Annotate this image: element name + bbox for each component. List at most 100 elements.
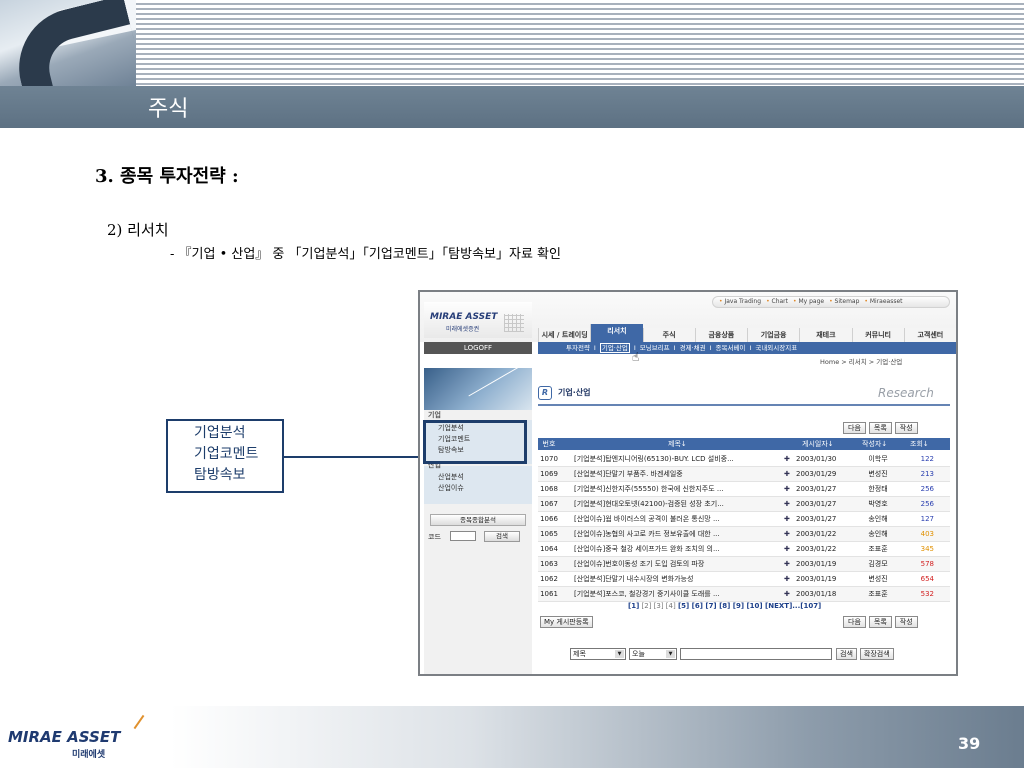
left-menu-item[interactable]: 산업이슈 — [438, 483, 464, 493]
site-logo[interactable]: MIRAE ASSET 미래에셋증권 — [424, 302, 532, 338]
attachment-icon[interactable]: ✚ — [784, 512, 790, 527]
attachment-icon[interactable]: ✚ — [784, 557, 790, 572]
nav-item[interactable]: 금융상품 — [694, 328, 747, 342]
table-row[interactable]: 1066 [산업이슈]웜 바이러스의 공격이 불러온 통신망 ... ✚ 2003/0… — [538, 512, 950, 527]
table-row[interactable]: 1063 [산업이슈]번호이동성 조기 도입 검토의 파장 ✚ 2003/01/19 김… — [538, 557, 950, 572]
left-group-title: 기업 — [428, 411, 441, 419]
nav-item[interactable]: 재테크 — [799, 328, 852, 342]
table-row[interactable]: 1070 [기업분석]탑엔지니어링(65130)-BUY. LCD 설비중... ✚… — [538, 452, 950, 467]
table-row[interactable]: 1064 [산업이슈]중국 철강 세이프가드 완화 조치의 의... ✚ 2003/0… — [538, 542, 950, 557]
nav-item[interactable]: 고객센터 — [903, 328, 956, 342]
row-author: 송인해 — [868, 515, 888, 523]
site-logo-text: MIRAE ASSET — [430, 312, 498, 322]
col-date[interactable]: 게시일자↓ — [802, 438, 834, 450]
attachment-icon[interactable]: ✚ — [784, 587, 790, 602]
top-link[interactable]: Java Trading — [719, 298, 761, 305]
attachment-icon[interactable]: ✚ — [784, 452, 790, 467]
table-row[interactable]: 1062 [산업분석]단말기 내수시장의 변화가능성 ✚ 2003/01/19 변성진 6… — [538, 572, 950, 587]
row-number: 1065 — [540, 530, 558, 538]
row-title-link[interactable]: [산업이슈]웜 바이러스의 공격이 불러온 통신망 ... — [574, 512, 770, 527]
subnav-item[interactable]: 경제·채권 — [680, 344, 706, 352]
breadcrumb: Home > 리서치 > 기업·산업 — [820, 358, 903, 366]
subnav-item[interactable]: 종목서베이 — [716, 344, 746, 352]
page-current[interactable]: [1] — [628, 602, 639, 610]
row-views: 213 — [920, 470, 934, 478]
row-views: 345 — [920, 545, 934, 553]
main-title-text: 기업·산업 — [558, 388, 591, 397]
stock-analysis-button[interactable]: 종목종합분석 — [430, 514, 526, 526]
dropdown-arrow-icon: ▼ — [666, 650, 675, 658]
row-title-link[interactable]: [산업이슈]중국 철강 세이프가드 완화 조치의 의... — [574, 542, 770, 557]
left-banner — [424, 360, 532, 410]
nav-item[interactable]: 주식 — [642, 328, 695, 342]
attachment-icon[interactable]: ✚ — [784, 542, 790, 557]
row-title-link[interactable]: [산업분석]단말기 부품주. 바겐세일중 — [574, 467, 770, 482]
top-link[interactable]: Sitemap — [829, 298, 859, 305]
attachment-icon[interactable]: ✚ — [784, 527, 790, 542]
subnav-item[interactable]: 모닝브리프 — [640, 344, 670, 352]
table-row[interactable]: 1068 [기업분석]신한지주(55550) 한국에 신한지주도 ... ✚ 2003… — [538, 482, 950, 497]
write-button[interactable]: 작성 — [894, 422, 918, 434]
my-board-register-button[interactable]: My 게시판등록 — [540, 616, 593, 628]
advanced-search-button[interactable]: 확장검색 — [859, 648, 894, 660]
col-title[interactable]: 제목↓ — [668, 438, 687, 450]
next-button[interactable]: 다음 — [843, 422, 866, 434]
col-number[interactable]: 번호 — [538, 438, 560, 450]
list-button[interactable]: 목록 — [868, 616, 892, 628]
row-date: 2003/01/22 — [796, 530, 837, 538]
next-button[interactable]: 다음 — [843, 616, 866, 628]
code-input[interactable] — [450, 531, 476, 541]
top-links: Java Trading Chart My page Sitemap Miraeasse… — [712, 296, 950, 308]
row-title-link[interactable]: [기업분석]신한지주(55550) 한국에 신한지주도 ... — [574, 482, 770, 497]
code-search-button[interactable]: 검색 — [484, 531, 520, 542]
row-views: 122 — [920, 455, 934, 463]
row-title-link[interactable]: [기업분석]포스코, 철강경기 중기사이클 도래를 ... — [574, 587, 770, 602]
attachment-icon[interactable]: ✚ — [784, 482, 790, 497]
table-row[interactable]: 1067 [기업분석]현대오토넷(42100)-검증된 성장 초기... ✚ 2003… — [538, 497, 950, 512]
search-field-select[interactable]: 제목 ▼ — [570, 648, 626, 660]
row-number: 1069 — [540, 470, 558, 478]
row-title-link[interactable]: [산업분석]단말기 내수시장의 변화가능성 — [574, 572, 770, 587]
write-button[interactable]: 작성 — [894, 616, 918, 628]
top-link[interactable]: Chart — [766, 298, 788, 305]
code-label: 코드 — [428, 533, 441, 541]
subnav-item-active[interactable]: 기업·산업 — [599, 343, 630, 353]
search-period-select[interactable]: 오늘 ▼ — [629, 648, 677, 660]
col-author[interactable]: 작성자↓ — [862, 438, 887, 450]
row-title-link[interactable]: [산업이슈]번호이동성 조기 도입 검토의 파장 — [574, 557, 770, 572]
attachment-icon[interactable]: ✚ — [784, 497, 790, 512]
list-button[interactable]: 목록 — [868, 422, 892, 434]
page-number: 39 — [958, 734, 981, 753]
search-input[interactable] — [680, 648, 832, 660]
top-link[interactable]: My page — [793, 298, 824, 305]
nav-item-research[interactable]: 리서치 — [590, 324, 643, 342]
row-date: 2003/01/19 — [796, 575, 837, 583]
search-bar: 제목 ▼ 오늘 ▼ 검색 확장검색 — [570, 648, 897, 660]
callout-box: 기업분석 기업코멘트 탐방속보 — [166, 419, 284, 493]
left-menu-item[interactable]: 산업분석 — [438, 472, 464, 482]
row-author: 송인해 — [868, 530, 888, 538]
row-title-link[interactable]: [기업분석]탑엔지니어링(65130)-BUY. LCD 설비중... — [574, 452, 770, 467]
nav-item[interactable]: 시세 / 트레이딩 — [538, 328, 591, 342]
col-views[interactable]: 조회↓ — [910, 438, 929, 450]
subnav-item[interactable]: 투자전략 — [566, 344, 590, 352]
page-links[interactable]: [5] [6] [7] [8] [9] [10] [NEXT]...[107] — [678, 602, 821, 610]
nav-item[interactable]: 커뮤니티 — [851, 328, 904, 342]
page-links[interactable]: [2] [3] [4] — [642, 602, 676, 610]
subnav-divider: I — [709, 344, 712, 352]
table-row[interactable]: 1061 [기업분석]포스코, 철강경기 중기사이클 도래를 ... ✚ 2003/0… — [538, 587, 950, 602]
row-date: 2003/01/29 — [796, 470, 837, 478]
row-title-link[interactable]: [산업이슈]농협의 사고로 카드 정보유출에 대한 ... — [574, 527, 770, 542]
header-stripes — [135, 0, 1024, 86]
row-date: 2003/01/22 — [796, 545, 837, 553]
attachment-icon[interactable]: ✚ — [784, 467, 790, 482]
logoff-button[interactable]: LOGOFF — [424, 342, 532, 354]
table-row[interactable]: 1069 [산업분석]단말기 부품주. 바겐세일중 ✚ 2003/01/29 변성진 21… — [538, 467, 950, 482]
top-link[interactable]: Miraeasset — [864, 298, 902, 305]
row-title-link[interactable]: [기업분석]현대오토넷(42100)-검증된 성장 초기... — [574, 497, 770, 512]
search-button[interactable]: 검색 — [836, 648, 857, 660]
attachment-icon[interactable]: ✚ — [784, 572, 790, 587]
table-row[interactable]: 1065 [산업이슈]농협의 사고로 카드 정보유출에 대한 ... ✚ 2003/0… — [538, 527, 950, 542]
subnav-item[interactable]: 국내외시장지표 — [755, 344, 797, 352]
nav-item[interactable]: 기업금융 — [747, 328, 800, 342]
